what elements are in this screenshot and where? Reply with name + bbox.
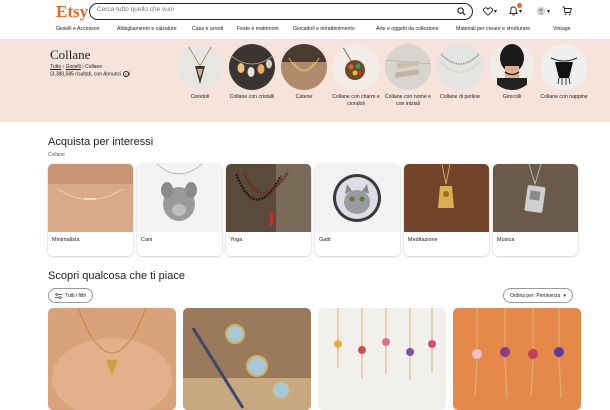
interest-image: [315, 164, 400, 232]
discover-title: Scopri qualcosa che ti piace: [48, 270, 185, 282]
interest-image: [493, 164, 578, 232]
subcategory-image: [541, 44, 587, 90]
breadcrumb-link-parent[interactable]: Gioielli: [66, 64, 81, 70]
notification-badge: [517, 3, 522, 8]
product-image: [183, 308, 311, 410]
breadcrumb-separator: ›: [62, 64, 65, 70]
category-link[interactable]: Abbigliamento e calzature: [117, 26, 177, 32]
subcategory-image: [229, 44, 275, 90]
subcategory-image: [385, 44, 431, 90]
interest-card-yoga[interactable]: Yoga: [226, 164, 311, 256]
subcategory-label: Catene: [295, 94, 313, 100]
product-image: [453, 308, 581, 410]
results-count: (3,380,585 risultati, con Annunci ?): [50, 71, 131, 78]
interest-label: Musica: [497, 237, 515, 243]
product-card[interactable]: [48, 308, 176, 410]
category-link[interactable]: Giocattoli e intrattenimento: [293, 26, 355, 32]
all-filters-button[interactable]: Tutti i filtri: [48, 288, 94, 303]
category-link[interactable]: Vintage: [553, 26, 571, 32]
chevron-down-icon: ▾: [547, 8, 551, 15]
interest-card-cani[interactable]: Cani: [137, 164, 222, 256]
subcategory-image: [437, 44, 483, 90]
interest-card-meditazione[interactable]: Meditazione: [404, 164, 489, 256]
bell-icon: [509, 6, 518, 16]
site-header: Etsy ▾ ▾ ▾: [0, 0, 610, 40]
subcategory-image: [281, 44, 327, 90]
all-filters-label: Tutti i filtri: [65, 292, 87, 299]
page-title: Collane: [50, 47, 91, 62]
subcategory-collane-cristalli[interactable]: Collane con cristalli: [225, 44, 279, 101]
subcategory-perline[interactable]: Collane di perline: [433, 44, 487, 101]
interest-image: [226, 164, 311, 232]
subcategory-label: Collane con nome e con iniziali: [384, 94, 432, 107]
interest-card-minimalista[interactable]: Minimalista: [48, 164, 133, 256]
subcategory-label: Collane con nappine: [540, 94, 588, 100]
etsy-logo[interactable]: Etsy: [56, 2, 88, 22]
account-button[interactable]: ▾: [536, 5, 550, 17]
subcategory-label: Collane di perline: [439, 94, 481, 100]
results-text: (3,380,585 risultati, con Annunci: [50, 71, 122, 78]
product-card[interactable]: [318, 308, 446, 410]
category-link[interactable]: Gioielli e Accessori: [56, 26, 100, 32]
subcategory-label: Girocolli: [502, 94, 522, 100]
category-link[interactable]: Arte e oggetti da collezione: [376, 26, 439, 32]
breadcrumb-separator: ›: [82, 64, 84, 70]
heart-icon: [483, 6, 493, 16]
breadcrumb: Tutto › Gioielli › Collane: [50, 64, 102, 70]
cart-icon: [562, 6, 572, 16]
subcategory-image: [489, 44, 535, 90]
product-image: [48, 308, 176, 410]
breadcrumb-link-home[interactable]: Tutto: [50, 64, 61, 70]
search-button[interactable]: [454, 5, 468, 18]
interest-image: [404, 164, 489, 232]
category-nav: Gioielli e Accessori Abbigliamento e cal…: [0, 23, 610, 38]
subcategory-nome-iniziali[interactable]: Collane con nome e con iniziali: [381, 44, 435, 107]
chevron-down-icon: ▾: [563, 292, 566, 299]
interest-label: Cani: [141, 237, 153, 243]
breadcrumb-current: Collane: [85, 64, 103, 70]
chevron-down-icon: ▾: [494, 8, 498, 15]
info-icon[interactable]: ?: [122, 71, 129, 77]
interest-label: Meditazione: [408, 237, 438, 243]
filter-icon: [55, 292, 62, 299]
subcategory-label: Collane con cristalli: [229, 94, 275, 100]
search-icon: [456, 7, 466, 16]
subcategory-label: Collane con charm e ciondoli: [332, 94, 380, 107]
category-link[interactable]: Feste e matrimoni: [237, 26, 279, 32]
subcategory-nappine[interactable]: Collane con nappine: [537, 44, 591, 101]
subcategory-catene[interactable]: Catene: [277, 44, 331, 101]
subcategory-girocolli[interactable]: Girocolli: [485, 44, 539, 101]
chevron-down-icon: ▾: [519, 8, 523, 15]
subcategory-charm-ciondoli[interactable]: Collane con charm e ciondoli: [329, 44, 383, 107]
sort-label: Ordina per: Pertinenza: [510, 292, 561, 299]
sort-dropdown[interactable]: Ordina per: Pertinenza ▾: [503, 288, 573, 303]
search-bar: [89, 3, 473, 20]
cart-button[interactable]: [562, 5, 572, 17]
search-input[interactable]: [97, 6, 437, 13]
product-image: [318, 308, 446, 410]
subcategory-label: Ciondoli: [190, 94, 210, 100]
category-link[interactable]: Materiali per creare e strutturare: [456, 26, 530, 32]
product-card[interactable]: [183, 308, 311, 410]
interests-title: Acquista per interessi: [48, 136, 154, 148]
subcategory-image: [333, 44, 379, 90]
interest-label: Yoga: [230, 237, 243, 243]
interest-image: [48, 164, 133, 232]
interest-card-musica[interactable]: Musica: [493, 164, 578, 256]
product-card[interactable]: [453, 308, 581, 410]
subcategory-ciondoli[interactable]: Ciondoli: [173, 44, 227, 101]
interest-label: Gatti: [319, 237, 331, 243]
interest-image: [137, 164, 222, 232]
subcategory-image: [177, 44, 223, 90]
favorites-button[interactable]: ▾: [483, 5, 497, 17]
avatar-icon: [536, 6, 546, 16]
interests-subtitle: Collane: [48, 152, 65, 158]
interest-card-gatti[interactable]: Gatti: [315, 164, 400, 256]
category-hero: Collane Tutto › Gioielli › Collane (3,38…: [0, 39, 610, 122]
category-link[interactable]: Casa e arredi: [192, 26, 223, 32]
interest-label: Minimalista: [52, 237, 80, 243]
